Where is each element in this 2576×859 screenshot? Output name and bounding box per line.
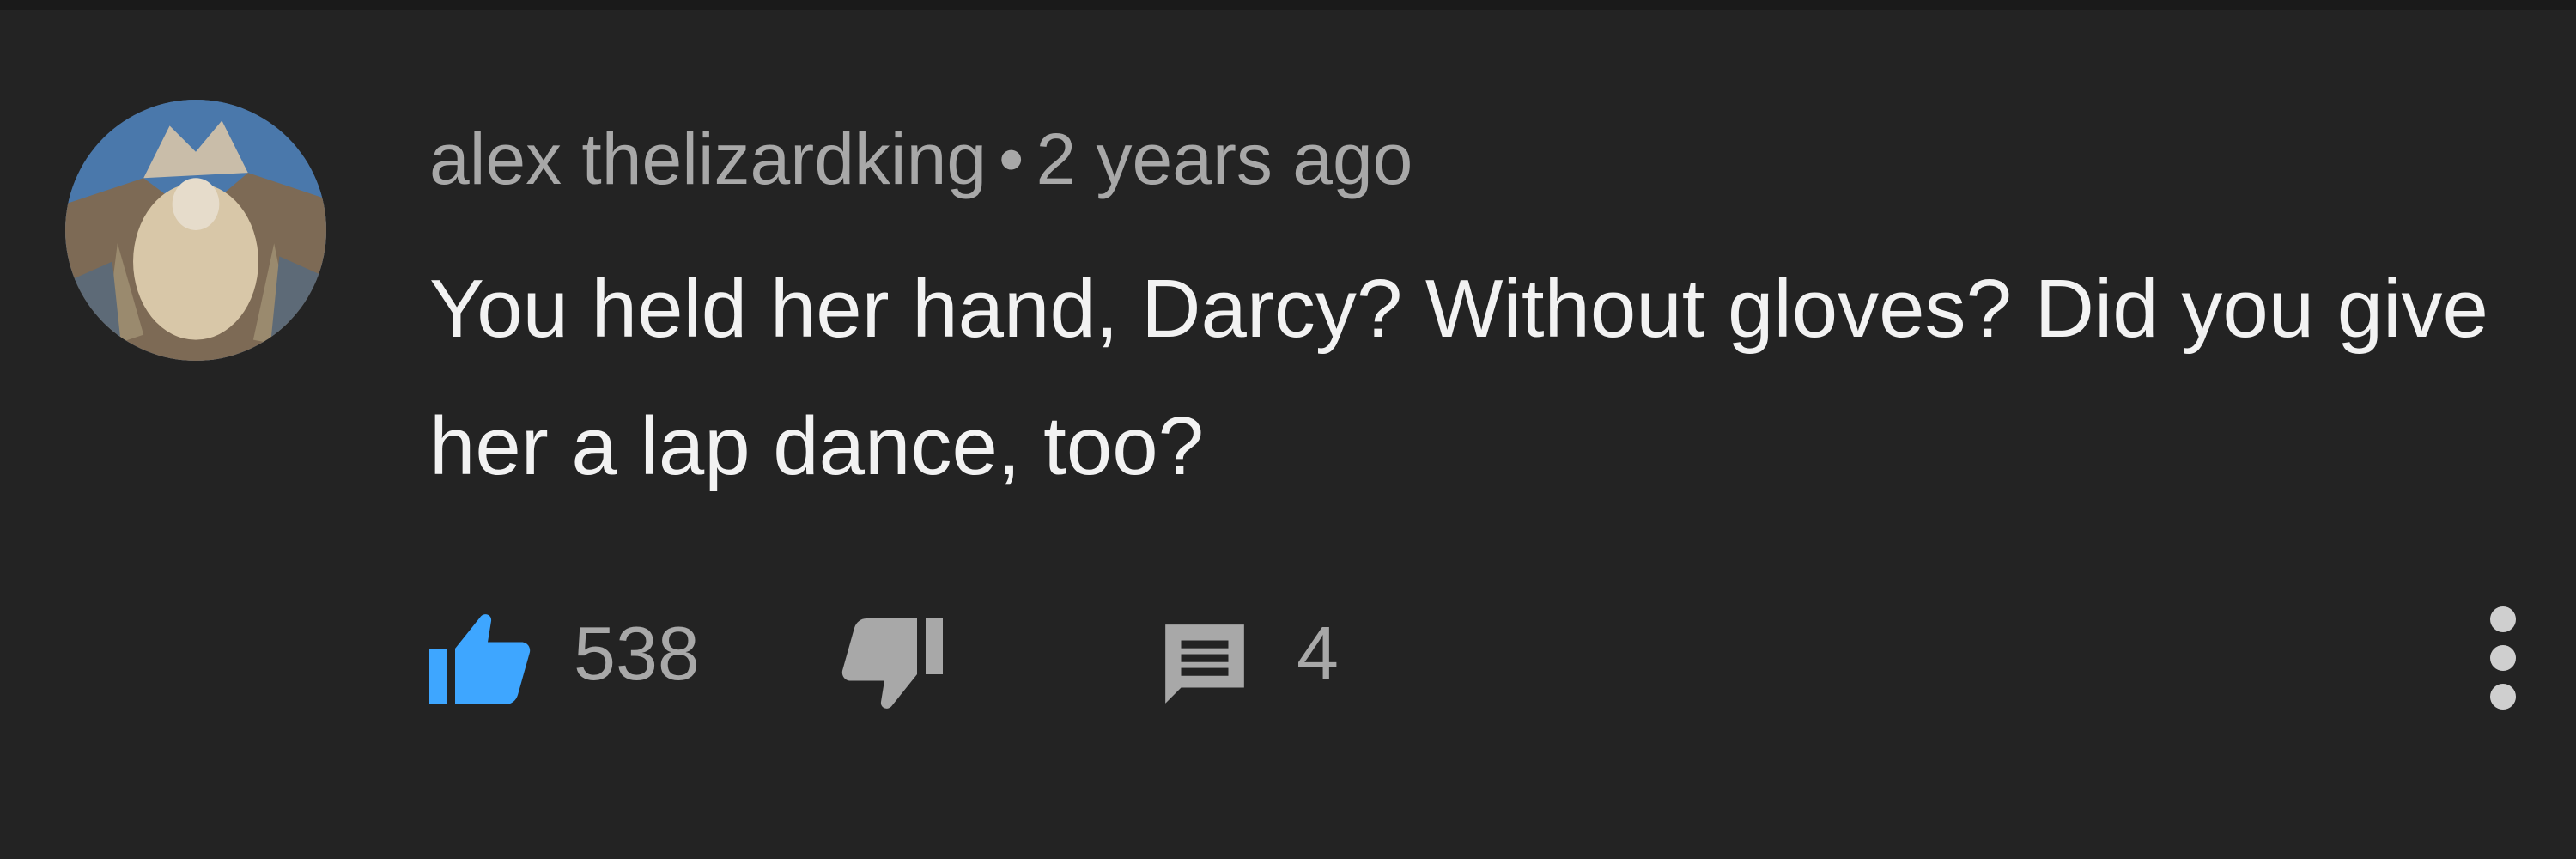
- comment-card: alex thelizardking • 2 years ago You held …: [0, 0, 2576, 859]
- comment-time[interactable]: 2 years ago: [1036, 119, 1413, 199]
- author-name[interactable]: alex thelizardking: [429, 119, 987, 199]
- thumbs-up-icon[interactable]: [429, 610, 532, 704]
- thumbs-down-icon[interactable]: [840, 618, 943, 713]
- like-count: 538: [574, 611, 700, 696]
- more-vert-icon-dot: [2490, 684, 2516, 710]
- reply-count: 4: [1297, 611, 1339, 696]
- avatar-image: [65, 100, 326, 361]
- more-options-button[interactable]: [2464, 598, 2542, 718]
- avatar[interactable]: [65, 100, 326, 361]
- more-vert-icon-dot: [2490, 645, 2516, 671]
- meta-separator: •: [999, 119, 1024, 199]
- more-vert-icon-dot: [2490, 606, 2516, 632]
- comment-meta: alex thelizardking • 2 years ago: [429, 112, 1413, 206]
- comment-icon[interactable]: [1157, 617, 1252, 711]
- comment-text: You held her hand, Darcy? Without gloves…: [429, 263, 2488, 492]
- comment-actions: 538 4: [429, 601, 2490, 709]
